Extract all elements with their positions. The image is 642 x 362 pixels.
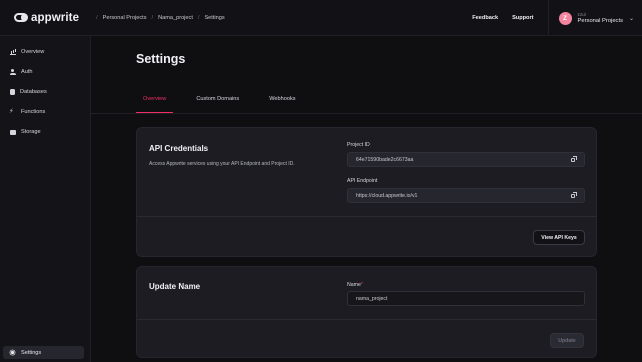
api-credentials-card: API Credentials Access Appwrite services… xyxy=(136,127,597,257)
organization-name: Personal Projects xyxy=(577,18,623,24)
feedback-button[interactable]: Feedback xyxy=(472,15,498,21)
tab-webhooks[interactable]: Webhooks xyxy=(262,93,302,113)
users-icon xyxy=(10,69,16,75)
api-endpoint-label: API Endpoint xyxy=(347,178,378,184)
sidebar-item-label: Storage xyxy=(21,129,41,135)
gear-icon xyxy=(10,350,15,355)
card-divider xyxy=(137,319,596,320)
sidebar-item-settings[interactable]: Settings xyxy=(3,346,84,359)
avatar: Z xyxy=(558,11,572,25)
breadcrumb: / Personal Projects / Nama_project / Set… xyxy=(91,15,225,21)
project-id-field[interactable]: 64e71590bade2c6673aa xyxy=(347,152,585,167)
user-name: zzul xyxy=(577,12,586,17)
database-icon xyxy=(10,89,15,95)
api-credentials-description: Access Appwrite services using your API … xyxy=(149,161,295,167)
update-button[interactable]: Update xyxy=(550,333,584,348)
view-api-keys-button[interactable]: View API Keys xyxy=(533,230,585,245)
page-title: Settings xyxy=(136,52,186,66)
sidebar-item-label: Overview xyxy=(21,49,45,55)
account-menu[interactable]: Z zzul Personal Projects ⌄ xyxy=(547,0,642,36)
chevron-down-icon: ⌄ xyxy=(628,15,634,22)
copy-icon[interactable] xyxy=(571,156,577,162)
project-id-value: 64e71590bade2c6673aa xyxy=(356,156,414,163)
breadcrumb-separator: / xyxy=(96,14,98,21)
tabs-divider xyxy=(91,113,642,114)
tab-overview[interactable]: Overview xyxy=(136,93,174,113)
api-endpoint-value: https://cloud.appwrite.io/v1 xyxy=(356,192,418,199)
sidebar-item-label: Settings xyxy=(21,349,42,356)
project-name-value: nama_project xyxy=(356,295,388,302)
folder-icon xyxy=(10,129,16,135)
update-name-title: Update Name xyxy=(149,282,201,291)
project-name-input[interactable]: nama_project xyxy=(347,291,585,306)
project-id-label: Project ID xyxy=(347,142,370,148)
breadcrumb-current-page: Settings xyxy=(204,14,225,21)
update-name-card: Update Name Name* nama_project Update xyxy=(136,266,597,358)
appwrite-logo[interactable]: appwrite xyxy=(14,12,79,24)
card-divider xyxy=(137,216,596,217)
api-credentials-title: API Credentials xyxy=(149,144,209,153)
sidebar-item-auth[interactable]: Auth xyxy=(10,69,33,75)
settings-tabs: Overview Custom Domains Webhooks xyxy=(136,93,319,113)
breadcrumb-separator: / xyxy=(197,14,200,21)
tab-custom-domains[interactable]: Custom Domains xyxy=(189,93,246,113)
bar-chart-icon xyxy=(10,49,16,55)
copy-icon[interactable] xyxy=(571,192,577,198)
name-label-text: Name xyxy=(347,282,361,288)
sidebar-item-label: Databases xyxy=(20,89,47,95)
header-actions: Feedback Support Z zzul Personal Project… xyxy=(472,0,642,36)
support-button[interactable]: Support xyxy=(512,15,533,21)
sidebar-item-label: Functions xyxy=(21,109,46,115)
name-label: Name* xyxy=(347,282,363,288)
breadcrumb-organization[interactable]: Personal Projects xyxy=(103,15,147,21)
sidebar-item-overview[interactable]: Overview xyxy=(10,49,44,55)
sidebar-item-functions[interactable]: Functions xyxy=(9,107,46,115)
top-header: appwrite / Personal Projects / Nama_proj… xyxy=(0,0,642,36)
api-endpoint-field[interactable]: https://cloud.appwrite.io/v1 xyxy=(347,188,585,203)
required-mark: * xyxy=(360,282,363,288)
breadcrumb-separator: / xyxy=(151,14,154,21)
sidebar: Overview Auth Databases Functions Storag… xyxy=(0,36,91,362)
appwrite-logo-icon xyxy=(14,13,28,22)
breadcrumb-project[interactable]: Nama_project xyxy=(158,15,193,21)
logo-text: appwrite xyxy=(31,11,80,24)
account-info: zzul Personal Projects xyxy=(578,12,623,24)
sidebar-item-databases[interactable]: Databases xyxy=(10,89,47,95)
sidebar-item-storage[interactable]: Storage xyxy=(10,129,41,135)
lightning-icon xyxy=(9,107,16,115)
sidebar-item-label: Auth xyxy=(21,69,33,75)
